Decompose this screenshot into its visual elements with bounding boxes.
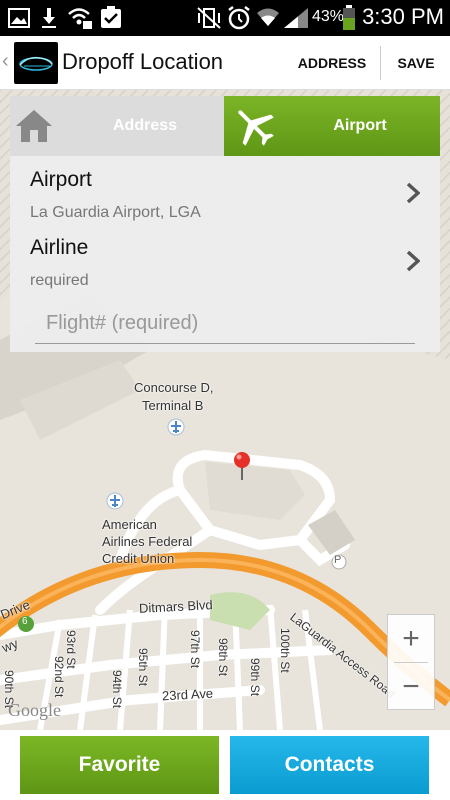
signal-icon: [284, 8, 308, 28]
map-label-99th: 99th St: [248, 658, 262, 697]
parking-icon: P: [334, 554, 342, 566]
contacts-button[interactable]: Contacts: [230, 736, 429, 794]
tab-airport-label: Airport: [333, 117, 387, 134]
map-label-92nd: 92nd St: [52, 656, 66, 698]
zoom-in-button[interactable]: +: [388, 615, 434, 662]
tab-address[interactable]: Address: [10, 96, 224, 156]
google-attribution: Google: [8, 700, 61, 720]
tab-airport[interactable]: Airport: [224, 96, 440, 156]
map-label-93rd: 93rd St: [64, 630, 78, 669]
map-label-95th: 95th St: [136, 648, 150, 687]
airport-row-value: La Guardia Airport, LGA: [30, 204, 201, 221]
map-label-23rd-ave: 23rd Ave: [161, 685, 214, 704]
wifi-lock-icon: [68, 8, 92, 29]
map-label-concourse: Concourse D,: [134, 380, 214, 395]
favorite-button[interactable]: Favorite: [20, 736, 219, 794]
action-bar-divider: [380, 46, 381, 80]
map-label-100th: 100th St: [278, 628, 292, 673]
map-label-98th: 98th St: [216, 638, 230, 677]
map-label-credit-union-1: American: [102, 517, 157, 532]
airport-row-title: Airport: [30, 168, 92, 191]
alarm-icon: [228, 6, 250, 30]
airplane-icon: [238, 110, 274, 146]
route-shield: 6: [22, 616, 28, 627]
airline-row-value: required: [30, 272, 89, 289]
wifi-icon: [257, 8, 279, 26]
tab-address-label: Address: [112, 117, 178, 134]
status-clock: 3:30 PM: [362, 4, 444, 29]
flight-number-input[interactable]: [35, 304, 415, 344]
airline-row[interactable]: Airline required: [10, 224, 440, 294]
clipboard-check-icon: [101, 6, 121, 28]
zoom-control: + −: [387, 614, 435, 710]
map-label-credit-union-2: Airlines Federal: [102, 534, 193, 549]
battery-icon: [343, 5, 355, 30]
chevron-right-icon: [406, 182, 420, 204]
image-icon: [8, 8, 30, 28]
screen: 43% 3:30 PM ‹ Dropoff Location ADDRESS S…: [0, 0, 450, 800]
address-button[interactable]: ADDRESS: [286, 36, 378, 90]
airport-row[interactable]: Airport La Guardia Airport, LGA: [10, 156, 440, 224]
download-icon: [42, 8, 56, 28]
zoom-out-button[interactable]: −: [388, 663, 434, 710]
bottom-bar: Favorite Contacts: [0, 730, 450, 800]
action-bar: ‹ Dropoff Location ADDRESS SAVE: [0, 36, 450, 90]
page-title: Dropoff Location: [62, 49, 224, 74]
location-form-panel: Address Airport Airport La Guardia Airpo…: [10, 96, 440, 352]
home-icon: [16, 110, 52, 142]
app-logo-icon[interactable]: [14, 42, 58, 84]
back-chevron-icon[interactable]: ‹: [2, 50, 9, 73]
chevron-right-icon: [406, 250, 420, 272]
airline-row-title: Airline: [30, 236, 89, 259]
status-bar: 43% 3:30 PM: [0, 0, 450, 36]
vibrate-muted-icon: [197, 7, 221, 29]
map-label-credit-union-3: Credit Union: [102, 551, 175, 566]
map-label-94th: 94th St: [110, 670, 124, 709]
battery-percent: 43%: [312, 8, 345, 25]
save-button[interactable]: SAVE: [382, 36, 450, 90]
map-label-terminal: Terminal B: [142, 398, 204, 413]
map-label-97th: 97th St: [188, 630, 202, 669]
